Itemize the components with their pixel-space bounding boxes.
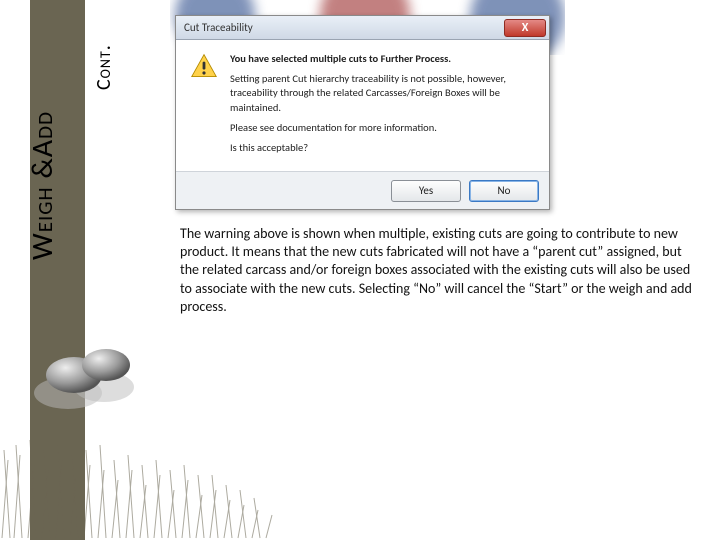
dialog-body: You have selected multiple cuts to Furth… <box>176 40 549 171</box>
warning-dialog: Cut Traceability X You have selected mul… <box>175 15 550 210</box>
yes-button-label: Yes <box>419 184 433 197</box>
page-subtitle: Cont. <box>92 44 116 90</box>
dialog-line-4: Is this acceptable? <box>230 141 535 155</box>
close-button[interactable]: X <box>504 19 546 37</box>
dialog-text: You have selected multiple cuts to Furth… <box>230 52 535 161</box>
dialog-title: Cut Traceability <box>184 21 253 34</box>
decorative-pebbles <box>30 335 140 415</box>
close-icon: X <box>522 22 529 34</box>
dialog-line-3: Please see documentation for more inform… <box>230 121 535 135</box>
page-title: Weigh &Add <box>24 111 61 260</box>
dialog-line-1: You have selected multiple cuts to Furth… <box>230 52 535 66</box>
slide: Weigh &Add Cont. <box>0 0 720 540</box>
dialog-line-2: Setting parent Cut hierarchy traceabilit… <box>230 72 535 115</box>
yes-button[interactable]: Yes <box>391 180 461 202</box>
no-button[interactable]: No <box>469 180 539 202</box>
warning-icon <box>190 52 218 161</box>
decorative-scribble <box>0 420 300 540</box>
dialog-titlebar: Cut Traceability X <box>176 16 549 40</box>
explanation-paragraph: The warning above is shown when multiple… <box>180 225 695 316</box>
no-button-label: No <box>498 184 511 197</box>
dialog-footer: Yes No <box>176 171 549 209</box>
